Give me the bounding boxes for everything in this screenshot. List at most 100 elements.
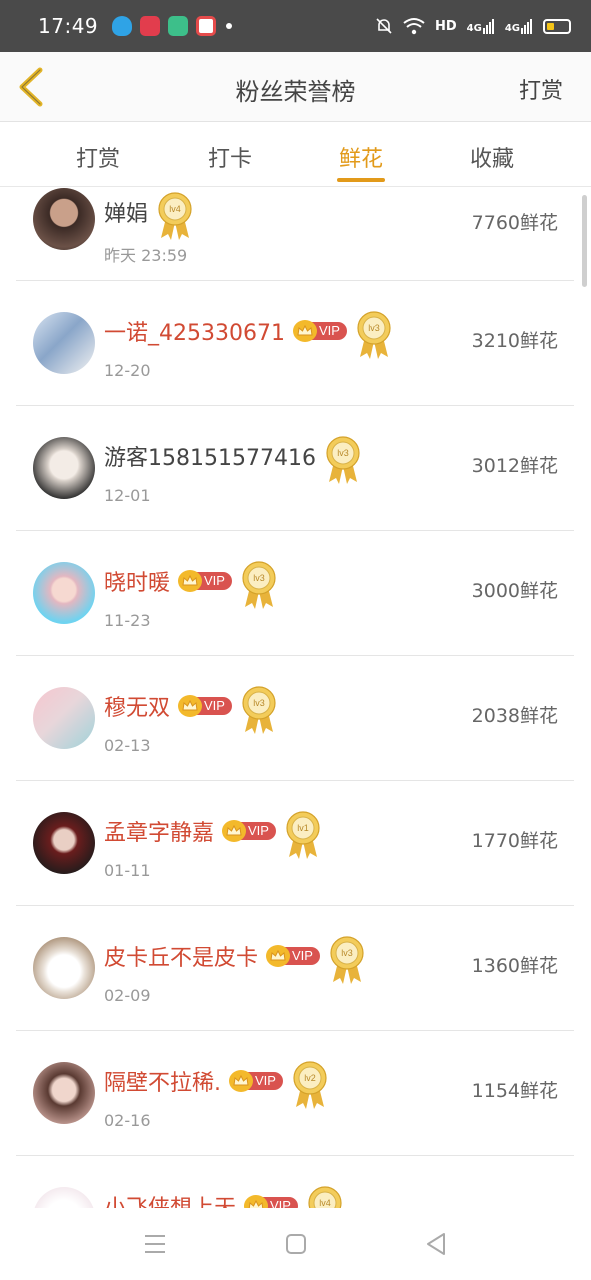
fan-row[interactable]: 穆无双 VIP lv3 02-13 2038鲜花 (16, 656, 574, 781)
avatar[interactable] (33, 1187, 95, 1208)
crown-icon (222, 820, 247, 842)
status-indicators: HD 4G 4G (375, 17, 571, 35)
nav-bar: 粉丝荣誉榜 打赏 (0, 52, 591, 122)
fan-name[interactable]: 皮卡丘不是皮卡 (104, 940, 258, 972)
fan-name[interactable]: 游客158151577416 (104, 440, 316, 472)
crown-icon (178, 695, 203, 717)
fan-name[interactable]: 小飞侠想上天 (104, 1190, 236, 1208)
reward-button[interactable]: 打赏 (519, 73, 563, 105)
penguin-app-icon (112, 16, 133, 36)
shop-app-icon (140, 16, 161, 36)
menu-icon[interactable] (141, 1230, 169, 1258)
vip-badge: VIP (244, 1195, 298, 1208)
flower-count: 3210鲜花 (471, 330, 558, 352)
hd-label: HD (434, 18, 457, 34)
level-label: lv2 (304, 1073, 316, 1083)
level-medal-icon: lv3 (326, 436, 360, 484)
name-line: 婵娟 lv4 (104, 188, 194, 242)
fan-row[interactable]: 小飞侠想上天 VIP lv4 (16, 1156, 574, 1208)
level-label: lv3 (341, 948, 353, 958)
system-nav-bar (0, 1208, 591, 1280)
name-line: 晓时暖 VIP lv3 (104, 551, 278, 611)
name-line: 孟章字静嘉 VIP lv1 (104, 801, 322, 861)
page-title: 粉丝荣誉榜 (235, 78, 356, 106)
avatar[interactable] (33, 687, 95, 749)
mute-bell-icon (376, 18, 392, 34)
vip-badge: VIP (178, 695, 232, 717)
avatar[interactable] (33, 937, 95, 999)
avatar[interactable] (33, 312, 95, 374)
status-bar: 17:49 HD 4G 4G (0, 0, 591, 52)
flower-count: 7760鲜花 (471, 212, 558, 234)
vip-badge: VIP (292, 320, 347, 342)
signal-4g-2: 4G (505, 18, 533, 34)
scrollbar[interactable] (582, 195, 587, 287)
tab-flowers[interactable]: 鲜花 (311, 141, 411, 173)
name-line: 隔壁不拉稀. VIP lv2 (104, 1051, 329, 1111)
fan-row[interactable]: 晓时暖 VIP lv3 11-23 3000鲜花 (16, 531, 574, 656)
fan-name[interactable]: 晓时暖 (104, 565, 170, 597)
name-line: 游客158151577416 lv3 (104, 426, 362, 486)
back-triangle-icon[interactable] (422, 1230, 450, 1258)
crown-icon (292, 320, 317, 342)
fan-name[interactable]: 穆无双 (104, 690, 170, 722)
crown-icon (266, 945, 291, 967)
level-medal-icon: lv4 (158, 192, 192, 240)
level-label: lv3 (368, 323, 380, 333)
tab-reward[interactable]: 打赏 (48, 141, 148, 173)
level-medal-icon: lv3 (242, 561, 276, 609)
level-medal-icon: lv1 (286, 811, 320, 859)
fan-row[interactable]: 孟章字静嘉 VIP lv1 01-11 1770鲜花 (16, 781, 574, 906)
status-time: 17:49 (38, 14, 99, 38)
fan-list[interactable]: 婵娟 lv4 昨天 23:59 7760鲜花一诺_425330671 VIP lv3 12-… (16, 188, 574, 1208)
level-label: lv4 (319, 1198, 331, 1208)
fan-date: 01-11 (104, 861, 151, 880)
crown-icon (229, 1070, 253, 1092)
avatar[interactable] (33, 562, 95, 624)
fan-row[interactable]: 隔壁不拉稀. VIP lv2 02-16 1154鲜花 (16, 1031, 574, 1156)
level-medal-icon: lv3 (330, 936, 364, 984)
video-app-icon (196, 16, 217, 36)
fan-row[interactable]: 皮卡丘不是皮卡 VIP lv3 02-09 1360鲜花 (16, 906, 574, 1031)
vip-badge: VIP (229, 1070, 283, 1092)
name-line: 皮卡丘不是皮卡 VIP lv3 (104, 926, 366, 986)
level-label: lv3 (337, 448, 349, 458)
level-medal-icon: lv4 (308, 1186, 342, 1208)
level-label: lv1 (297, 823, 309, 833)
flower-count: 3000鲜花 (471, 580, 558, 602)
active-tab-indicator (337, 178, 385, 182)
fan-date: 12-01 (104, 486, 151, 505)
avatar[interactable] (33, 812, 95, 874)
fan-row[interactable]: 婵娟 lv4 昨天 23:59 7760鲜花 (16, 188, 574, 281)
flower-count: 1770鲜花 (471, 830, 558, 852)
home-icon[interactable] (282, 1230, 310, 1258)
name-line: 小飞侠想上天 VIP lv4 (104, 1176, 344, 1208)
avatar[interactable] (33, 1062, 95, 1124)
signal-4g-1: 4G (467, 18, 495, 34)
fan-date: 昨天 23:59 (104, 246, 188, 265)
fan-name[interactable]: 隔壁不拉稀. (104, 1065, 221, 1097)
tab-checkin[interactable]: 打卡 (180, 141, 280, 173)
flower-count: 3012鲜花 (471, 455, 558, 477)
fan-name[interactable]: 一诺_425330671 (104, 315, 285, 347)
fan-date: 12-20 (104, 361, 151, 380)
level-medal-icon: lv3 (357, 311, 391, 359)
avatar[interactable] (33, 437, 95, 499)
vip-badge: VIP (266, 945, 320, 967)
fan-name[interactable]: 孟章字静嘉 (104, 815, 214, 847)
avatar[interactable] (33, 188, 95, 250)
flower-count: 1360鲜花 (471, 955, 558, 977)
fan-row[interactable]: 游客158151577416 lv3 12-01 3012鲜花 (16, 406, 574, 531)
fan-row[interactable]: 一诺_425330671 VIP lv3 12-20 3210鲜花 (16, 281, 574, 406)
battery-icon (543, 18, 571, 34)
vip-badge: VIP (222, 820, 276, 842)
level-label: lv3 (253, 698, 265, 708)
flower-count: 1154鲜花 (471, 1080, 558, 1102)
fan-name[interactable]: 婵娟 (104, 196, 148, 228)
level-label: lv4 (169, 204, 181, 214)
tab-favorites[interactable]: 收藏 (442, 141, 542, 173)
fan-date: 02-16 (104, 1111, 151, 1130)
wifi-icon (403, 18, 425, 35)
fan-date: 11-23 (104, 611, 151, 630)
level-medal-icon: lv2 (293, 1061, 327, 1109)
